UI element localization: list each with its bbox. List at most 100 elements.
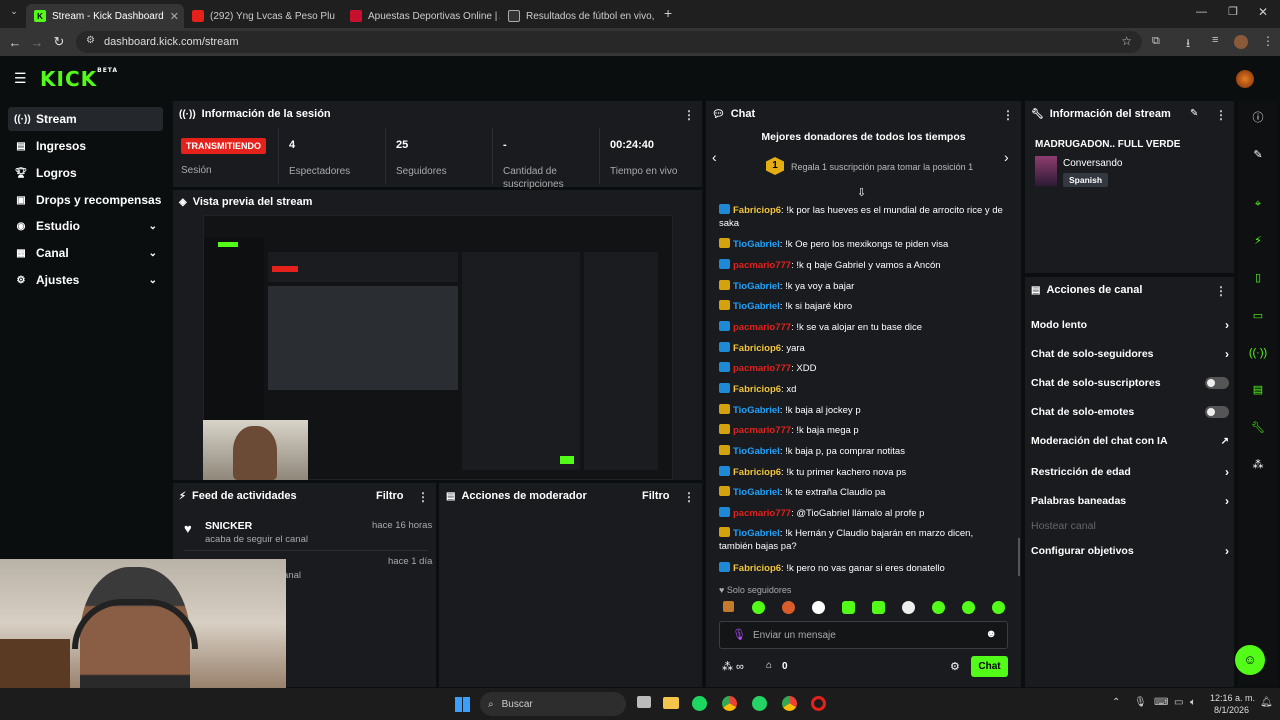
minimize-button[interactable]: — [1196, 6, 1207, 18]
tab-apuestas[interactable]: Apuestas Deportivas Online | A ✕ [342, 4, 500, 28]
document-icon[interactable]: ▯ [1248, 268, 1268, 288]
focus-icon[interactable]: ⌖ [1248, 194, 1268, 214]
chat-username[interactable]: TioGabriel [733, 301, 780, 312]
emote-2[interactable] [782, 601, 795, 614]
close-window-button[interactable]: ✕ [1258, 5, 1268, 19]
chat-username[interactable]: TioGabriel [733, 446, 780, 457]
emote-8[interactable] [962, 601, 975, 614]
sidebar-item-canal[interactable]: ▦ Canal ⌄ [8, 241, 163, 265]
chat-username[interactable]: Fabriciop6 [733, 563, 781, 574]
sidebar-item-ingresos[interactable]: ▤ Ingresos [8, 134, 163, 158]
chat-username[interactable]: TioGabriel [733, 405, 780, 416]
maximize-button[interactable]: ❐ [1228, 5, 1238, 18]
chat-menu-icon[interactable]: ⋮ [1002, 108, 1014, 122]
chat-username[interactable]: pacmario777 [733, 508, 791, 519]
chat-username[interactable]: TioGabriel [733, 239, 780, 250]
moderator-filter-button[interactable]: Filtro [642, 490, 670, 502]
hamburger-menu-icon[interactable]: ☰ [14, 70, 27, 87]
media-control-icon[interactable]: ≡ [1212, 34, 1218, 46]
action-configurar-objetivos[interactable]: Configurar objetivos › [1031, 544, 1229, 558]
emote-7[interactable] [932, 601, 945, 614]
kick-logo[interactable]: KICKBETA [40, 67, 118, 91]
chrome-active-icon[interactable] [782, 696, 797, 711]
chat-username[interactable]: TioGabriel [733, 281, 780, 292]
file-explorer-icon[interactable] [663, 697, 679, 709]
microphone-icon[interactable]: 🎙︎ [732, 628, 746, 641]
stream-info-menu-icon[interactable]: ⋮ [1215, 108, 1227, 122]
donors-next-arrow[interactable]: › [1004, 149, 1009, 165]
tray-microphone-icon[interactable]: 🎙︎ [1134, 697, 1147, 708]
moderator-menu-icon[interactable]: ⋮ [683, 490, 695, 504]
solo-suscriptores-toggle[interactable] [1205, 377, 1229, 389]
chat-username[interactable]: Fabriciop6 [733, 384, 781, 395]
store-icon[interactable]: ⌂ [766, 660, 772, 671]
chat-username[interactable]: pacmario777 [733, 425, 791, 436]
chat-username[interactable]: Fabriciop6 [733, 205, 781, 216]
more-icon[interactable]: ⁂ [1248, 455, 1268, 475]
action-restriccion-edad[interactable]: Restricción de edad › [1031, 465, 1229, 479]
help-chat-button[interactable]: ☺ [1235, 645, 1265, 675]
sidebar-item-estudio[interactable]: ◉ Estudio ⌄ [8, 214, 163, 238]
chat-username[interactable]: TioGabriel [733, 528, 780, 539]
action-solo-seguidores[interactable]: Chat de solo-seguidores › [1031, 347, 1229, 361]
lightning-icon[interactable]: ⚡︎ [1248, 231, 1268, 251]
emote-gift[interactable] [723, 601, 734, 612]
scroll-to-bottom-icon[interactable]: ⇩ [857, 186, 866, 199]
action-modo-lento[interactable]: Modo lento › [1031, 318, 1229, 332]
tray-chevron-icon[interactable]: ⌃ [1112, 697, 1120, 708]
opera-icon[interactable] [811, 696, 826, 711]
tray-network-icon[interactable]: ▭ [1174, 697, 1183, 708]
new-tab-button[interactable]: + [664, 5, 672, 21]
action-moderacion-ia[interactable]: Moderación del chat con IA ↗ [1031, 435, 1229, 447]
tab-kick-dashboard[interactable]: K Stream - Kick Dashboard ✕ [26, 4, 184, 28]
chat-input[interactable]: 🎙︎ Enviar un mensaje ☻ [719, 621, 1008, 649]
reload-icon[interactable]: ↻ [48, 34, 70, 50]
chat-username[interactable]: TioGabriel [733, 487, 780, 498]
chat-icon[interactable]: ▭ [1248, 306, 1268, 326]
broadcast-icon[interactable]: ((·)) [1248, 343, 1268, 363]
chat-username[interactable]: pacmario777 [733, 322, 791, 333]
sidebar-item-stream[interactable]: ((·)) Stream [8, 107, 163, 131]
chat-username[interactable]: pacmario777 [733, 363, 791, 374]
tab-list-button[interactable]: ⌄ [6, 6, 22, 22]
bookmark-star-icon[interactable]: ☆ [1121, 34, 1132, 48]
action-palabras-baneadas[interactable]: Palabras baneadas › [1031, 494, 1229, 508]
windows-start-icon[interactable] [455, 697, 470, 712]
download-icon[interactable]: ⭳ [1186, 34, 1190, 55]
info-icon[interactable]: ⓘ [1248, 108, 1268, 128]
task-view-icon[interactable] [637, 696, 651, 708]
tab-youtube[interactable]: (292) Yng Lvcas & Peso Plu ✕ [184, 4, 342, 28]
tab-resultados[interactable]: Resultados de fútbol en vivo, M ✕ [500, 4, 658, 28]
sidebar-item-logros[interactable]: 🏆︎ Logros [8, 161, 163, 185]
emote-1[interactable] [752, 601, 765, 614]
emoji-icon[interactable]: ☻ [985, 628, 997, 640]
tray-volume-icon[interactable]: 🔈︎ [1190, 697, 1196, 708]
site-info-icon[interactable]: ⚙ [86, 35, 95, 46]
extensions-icon[interactable]: ⧉ [1152, 35, 1160, 48]
edit-icon[interactable]: ✎ [1248, 145, 1268, 165]
channel-points-icon[interactable]: ⁂ ∞ [722, 660, 744, 673]
feed-menu-icon[interactable]: ⋮ [417, 490, 429, 504]
taskbar-date[interactable]: 8/1/2026 [1214, 705, 1249, 715]
feed-filter-button[interactable]: Filtro [376, 490, 404, 502]
profile-avatar[interactable] [1234, 35, 1248, 49]
emote-9[interactable] [992, 601, 1005, 614]
browser-menu-icon[interactable]: ⋮ [1262, 34, 1274, 48]
chat-username[interactable]: Fabriciop6 [733, 343, 781, 354]
address-bar[interactable]: ⚙ dashboard.kick.com/stream ☆ [76, 31, 1142, 53]
taskbar-search[interactable]: ⌕ Buscar [480, 692, 626, 716]
sidebar-item-ajustes[interactable]: ⚙ Ajustes ⌄ [8, 268, 163, 292]
emote-4[interactable] [842, 601, 855, 614]
close-tab-icon[interactable]: ✕ [335, 10, 342, 23]
wrench-icon[interactable]: 🔧︎ [1248, 418, 1268, 438]
spotify-icon[interactable] [692, 696, 707, 711]
solo-emotes-toggle[interactable] [1205, 406, 1229, 418]
chat-scrollbar[interactable] [1018, 538, 1020, 576]
emote-5[interactable] [872, 601, 885, 614]
notification-bell-icon[interactable]: 🔔︎ [1260, 697, 1273, 708]
chat-username[interactable]: pacmario777 [733, 260, 791, 271]
send-chat-button[interactable]: Chat [971, 656, 1008, 677]
whatsapp-icon[interactable] [752, 696, 767, 711]
session-menu-icon[interactable]: ⋮ [683, 108, 695, 122]
chat-settings-icon[interactable]: ⚙ [950, 660, 960, 673]
